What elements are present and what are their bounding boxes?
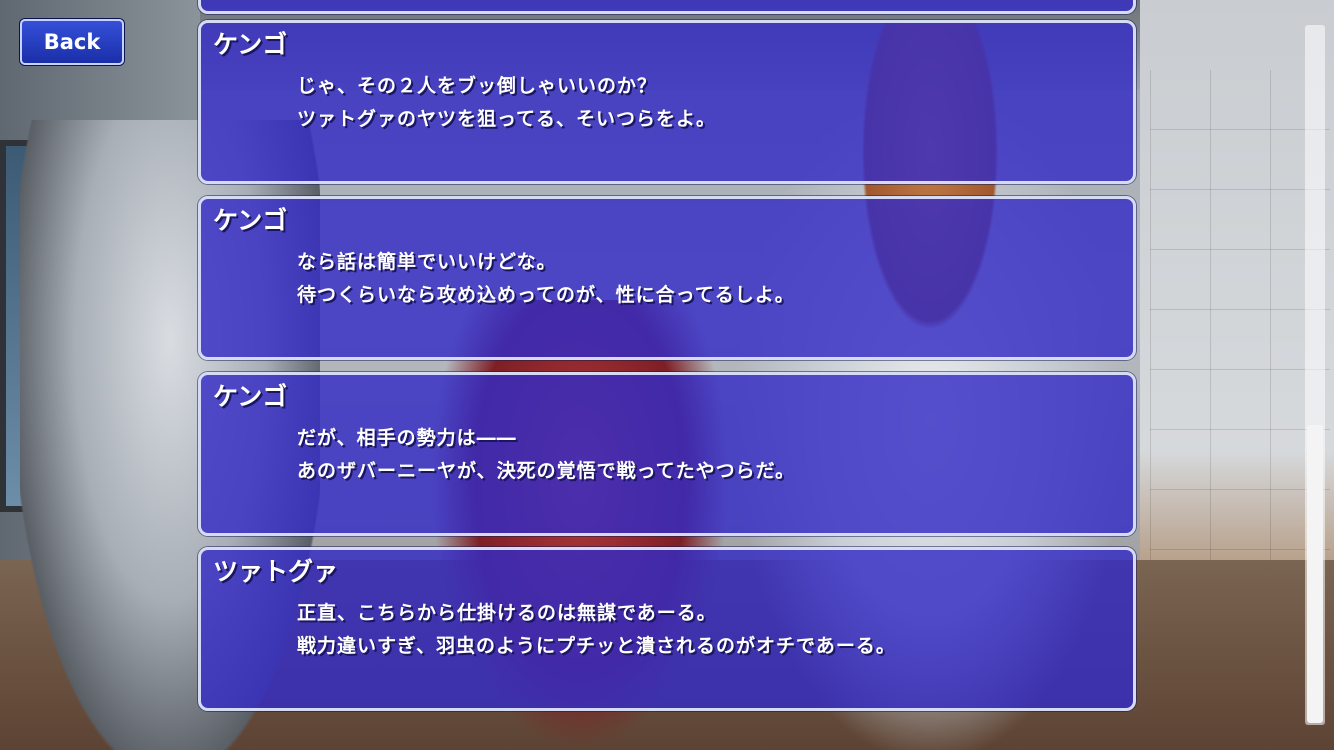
dialogue-line: 待つくらいなら攻め込めってのが、性に合ってるしよ。 <box>297 284 795 306</box>
log-entry: ツァトグァ 正直、こちらから仕掛けるのは無謀であーる。 戦力違いすぎ、羽虫のよう… <box>198 547 1136 711</box>
speaker-name: ケンゴ <box>213 30 288 59</box>
dialogue-line: 戦力違いすぎ、羽虫のようにプチッと潰されるのがオチであーる。 <box>297 635 896 657</box>
dialogue-line: 正直、こちらから仕掛けるのは無謀であーる。 <box>297 602 717 624</box>
backlog-list[interactable]: ケンゴ じゃ、その２人をブッ倒しゃいいのか？ ツァトグァのヤツを狙ってる、そいつ… <box>198 0 1136 750</box>
speaker-name: ケンゴ <box>213 206 288 235</box>
dialogue-line: じゃ、その２人をブッ倒しゃいいのか？ <box>297 75 658 97</box>
log-entry: ケンゴ なら話は簡単でいいけどな。 待つくらいなら攻め込めってのが、性に合ってる… <box>198 196 1136 360</box>
back-button[interactable]: Back <box>20 19 124 65</box>
speaker-name: ツァトグァ <box>213 557 339 586</box>
speaker-name: ケンゴ <box>213 382 288 411</box>
log-entry: ケンゴ じゃ、その２人をブッ倒しゃいいのか？ ツァトグァのヤツを狙ってる、そいつ… <box>198 20 1136 184</box>
dialogue-line: ツァトグァのヤツを狙ってる、そいつらをよ。 <box>297 108 717 130</box>
dialogue-line: なら話は簡単でいいけどな。 <box>297 251 557 273</box>
dialogue-line: だが、相手の勢力は―― <box>297 427 517 449</box>
scrollbar-thumb[interactable] <box>1307 425 1323 723</box>
log-entry-previous <box>198 0 1136 14</box>
game-screen: Back ケンゴ じゃ、その２人をブッ倒しゃいいのか？ ツァトグァのヤツを狙って… <box>0 0 1334 750</box>
background-wall-tiles <box>1150 70 1330 590</box>
dialogue-line: あのザバーニーヤが、決死の覚悟で戦ってたやつらだ。 <box>297 460 796 482</box>
log-entry: ケンゴ だが、相手の勢力は―― あのザバーニーヤが、決死の覚悟で戦ってたやつらだ… <box>198 372 1136 536</box>
